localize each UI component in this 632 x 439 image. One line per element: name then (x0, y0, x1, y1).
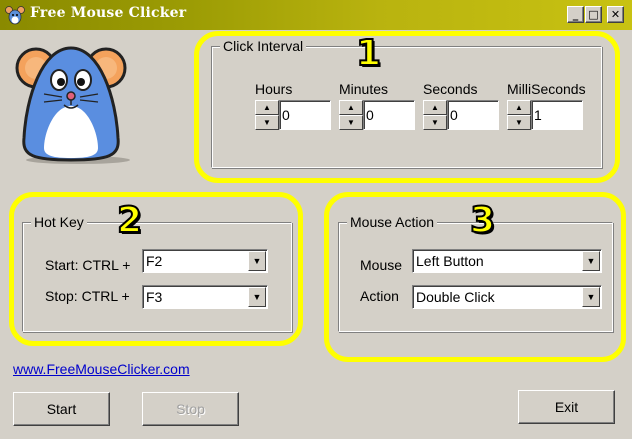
minutes-up-arrow-icon[interactable]: ▲ (339, 100, 363, 115)
mouse-button-select[interactable]: Left Button ▼ (412, 249, 602, 273)
start-hotkey-select[interactable]: F2 ▼ (142, 249, 268, 273)
milliseconds-up-arrow-icon[interactable]: ▲ (507, 100, 531, 115)
chevron-down-icon[interactable]: ▼ (582, 251, 600, 271)
click-action-label: Action (360, 288, 399, 304)
seconds-label: Seconds (423, 81, 478, 97)
hot-key-group: Hot Key (22, 214, 292, 332)
stop-button-label: Stop (176, 401, 205, 417)
mouse-action-label: Mouse Action (347, 214, 438, 230)
seconds-input[interactable]: 0 (447, 100, 499, 130)
start-button[interactable]: Start (13, 392, 110, 426)
website-link[interactable]: www.FreeMouseClicker.com (13, 361, 190, 377)
chevron-down-icon[interactable]: ▼ (248, 251, 266, 271)
stop-hotkey-value: F3 (146, 289, 163, 305)
click-interval-label: Click Interval (220, 38, 307, 54)
badge-2: 2 (116, 200, 143, 241)
mouse-mascot-logo (15, 46, 130, 164)
badge-1: 1 (355, 33, 382, 74)
mouse-button-value: Left Button (416, 253, 484, 269)
hot-key-label: Hot Key (31, 214, 87, 230)
close-icon: ✕ (610, 8, 621, 21)
maximize-button[interactable]: □ (585, 6, 602, 23)
seconds-spinner[interactable]: ▲ ▼ (423, 100, 447, 130)
chevron-down-icon[interactable]: ▼ (248, 287, 266, 307)
hours-input[interactable]: 0 (279, 100, 331, 130)
milliseconds-label: MilliSeconds (507, 81, 586, 97)
hours-spinner[interactable]: ▲ ▼ (255, 100, 279, 130)
minutes-spinner[interactable]: ▲ ▼ (339, 100, 363, 130)
minutes-down-arrow-icon[interactable]: ▼ (339, 115, 363, 130)
hours-up-arrow-icon[interactable]: ▲ (255, 100, 279, 115)
seconds-up-arrow-icon[interactable]: ▲ (423, 100, 447, 115)
app-window: Free Mouse Clicker _ □ ✕ Click Interval … (0, 0, 632, 439)
start-hotkey-value: F2 (146, 253, 163, 269)
exit-button-label: Exit (554, 399, 579, 415)
stop-hotkey-label: Stop: CTRL + (45, 288, 130, 304)
seconds-down-arrow-icon[interactable]: ▼ (423, 115, 447, 130)
maximize-icon: □ (588, 8, 599, 21)
click-action-select[interactable]: Double Click ▼ (412, 285, 602, 309)
window-title: Free Mouse Clicker (30, 5, 187, 21)
close-button[interactable]: ✕ (607, 6, 624, 23)
hours-down-arrow-icon[interactable]: ▼ (255, 115, 279, 130)
minutes-input[interactable]: 0 (363, 100, 415, 130)
hours-label: Hours (255, 81, 293, 97)
exit-button[interactable]: Exit (518, 390, 615, 424)
start-hotkey-label: Start: CTRL + (45, 257, 131, 273)
click-action-value: Double Click (416, 289, 495, 305)
milliseconds-input[interactable]: 1 (531, 100, 583, 130)
chevron-down-icon[interactable]: ▼ (582, 287, 600, 307)
mouse-button-label: Mouse (360, 257, 403, 273)
stop-hotkey-select[interactable]: F3 ▼ (142, 285, 268, 309)
milliseconds-down-arrow-icon[interactable]: ▼ (507, 115, 531, 130)
milliseconds-spinner[interactable]: ▲ ▼ (507, 100, 531, 130)
start-button-label: Start (46, 401, 77, 417)
minimize-icon: _ (572, 8, 579, 21)
title-bar[interactable]: Free Mouse Clicker _ □ ✕ (0, 0, 632, 30)
minimize-button[interactable]: _ (567, 6, 584, 23)
stop-button[interactable]: Stop (142, 392, 239, 426)
mouse-app-icon (5, 6, 25, 25)
badge-3: 3 (469, 200, 496, 241)
minutes-label: Minutes (339, 81, 389, 97)
